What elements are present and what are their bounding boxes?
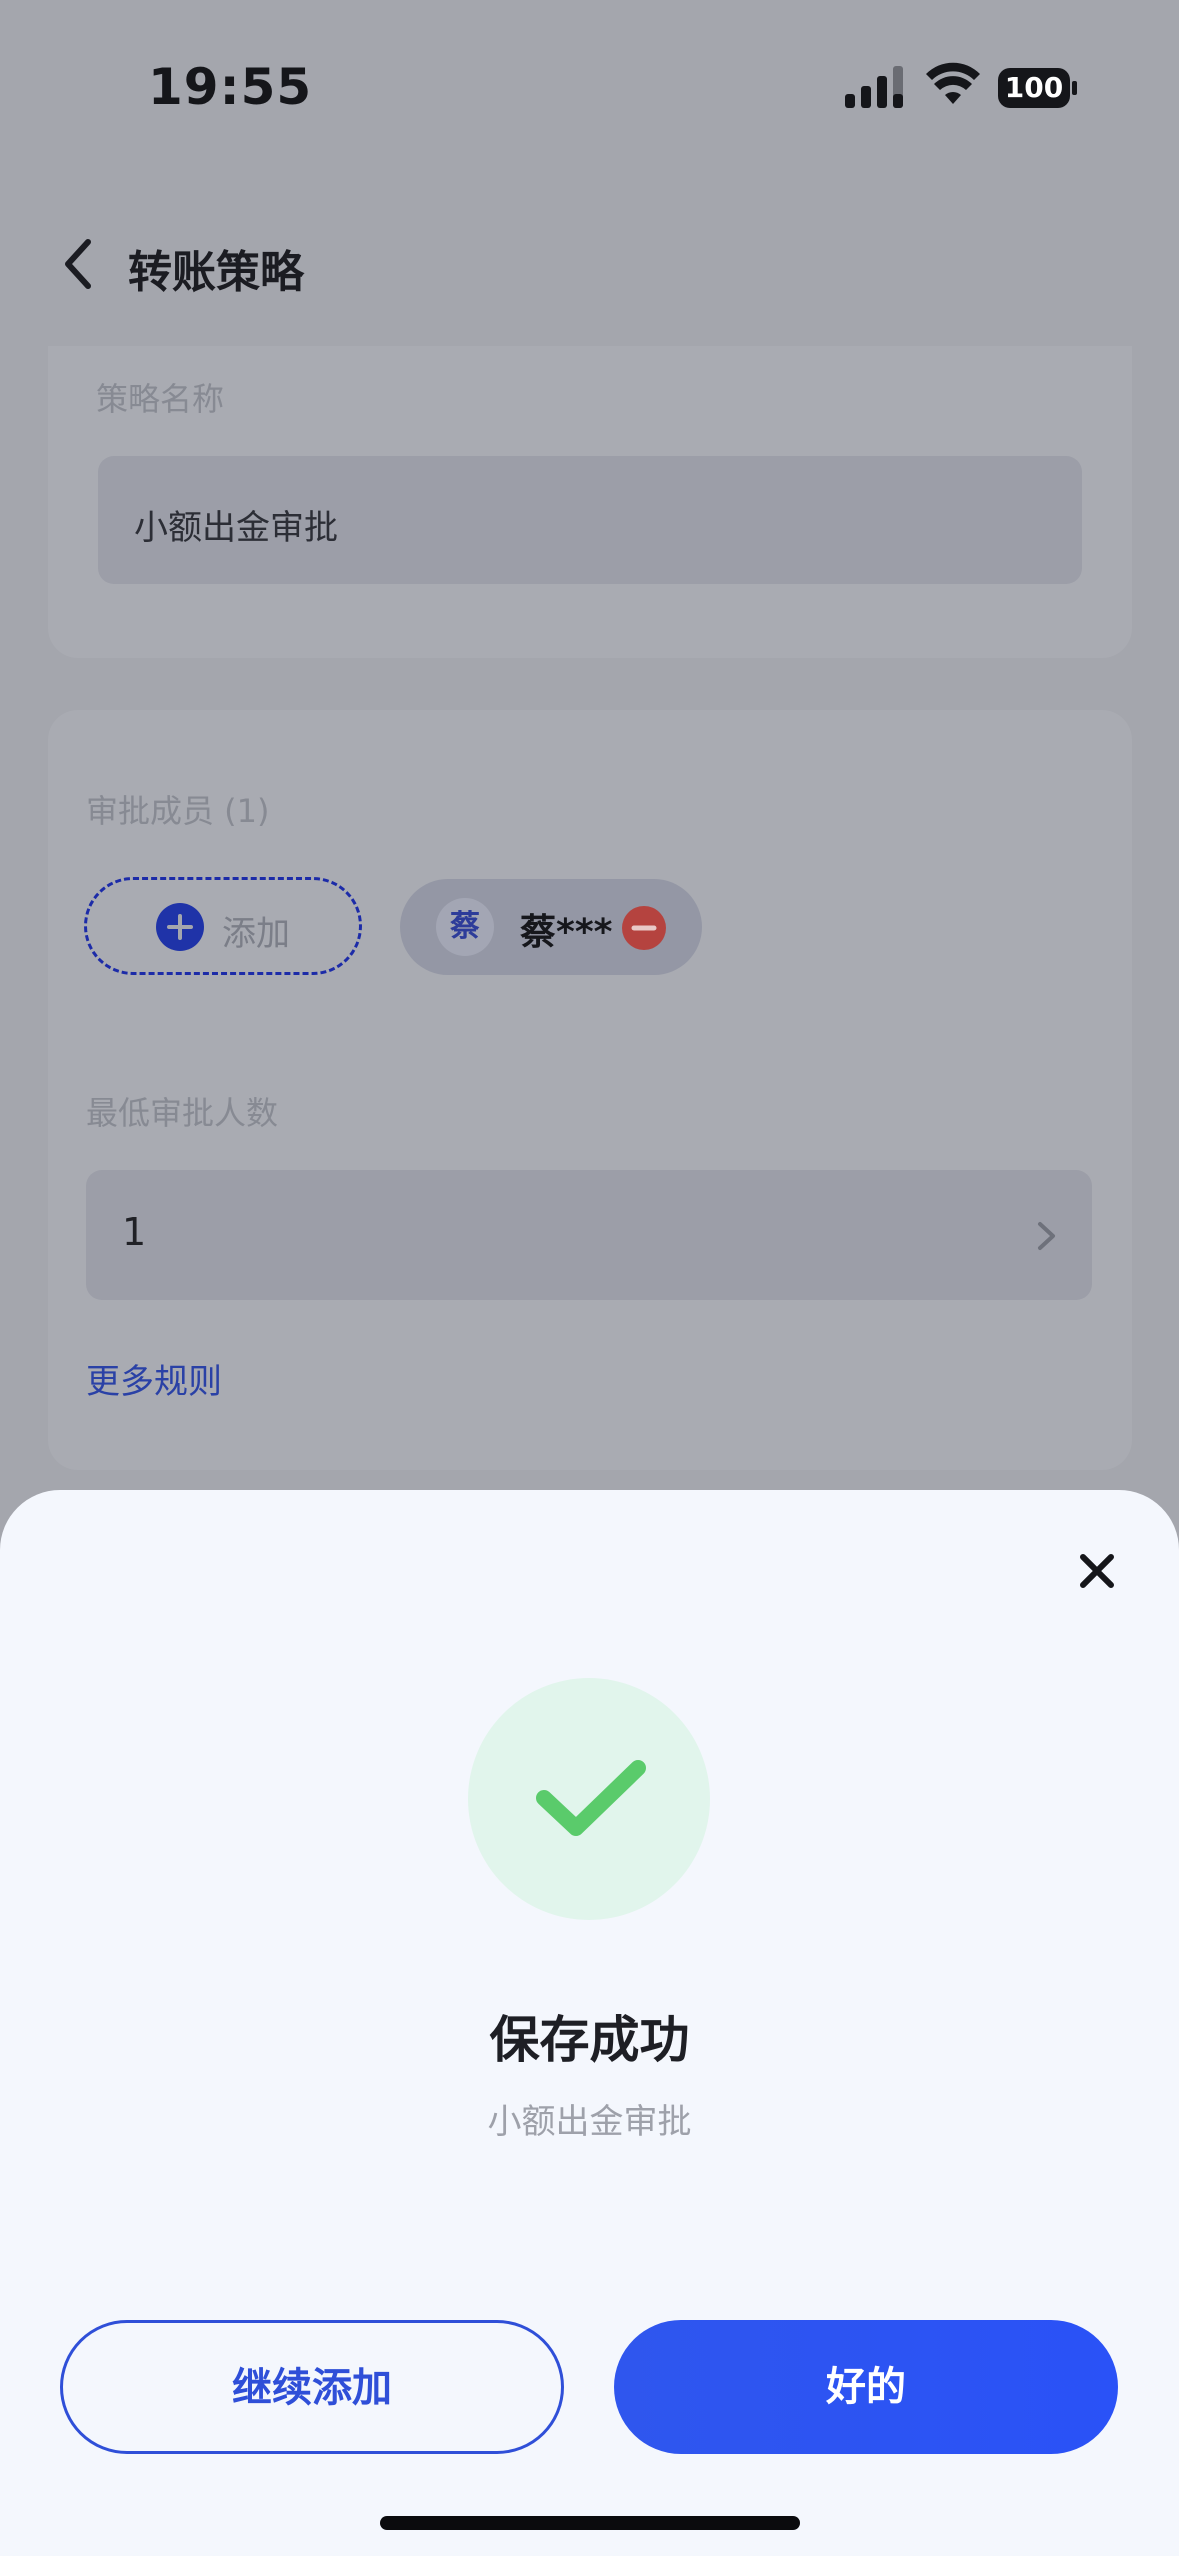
back-chevron-icon[interactable]: [58, 234, 98, 294]
success-subtitle: 小额出金审批: [487, 2102, 692, 2142]
continue-adding-button[interactable]: 继续添加: [60, 2320, 564, 2454]
wifi-icon: [926, 62, 980, 104]
status-time: 19:55: [148, 58, 313, 116]
approver-name: 蔡***: [520, 912, 613, 953]
checkmark-icon: [536, 1760, 646, 1836]
remove-minus-icon[interactable]: [622, 906, 666, 950]
ok-button[interactable]: 好的: [614, 2320, 1118, 2454]
add-approver-label: 添加: [222, 914, 290, 954]
page-title: 转账策略: [128, 247, 304, 298]
strategy-name-value: 小额出金审批: [134, 508, 338, 548]
plus-circle-icon: [156, 903, 204, 951]
min-approvers-value: 1: [122, 1210, 147, 1254]
min-approvers-label: 最低审批人数: [86, 1094, 279, 1132]
approvers-label: 审批成员 (1): [86, 792, 270, 830]
close-icon[interactable]: [1078, 1552, 1116, 1590]
cellular-signal-icon: [845, 66, 903, 108]
more-rules-link[interactable]: 更多规则: [86, 1354, 222, 1403]
chevron-right-icon: [1038, 1222, 1055, 1250]
strategy-name-label: 策略名称: [96, 380, 225, 418]
min-approvers-selector[interactable]: [86, 1170, 1092, 1300]
battery-level: 100: [1004, 71, 1064, 104]
battery-icon: 100: [998, 68, 1078, 108]
success-title: 保存成功: [489, 2011, 690, 2069]
avatar: 蔡: [436, 898, 494, 956]
home-indicator: [380, 2516, 800, 2530]
